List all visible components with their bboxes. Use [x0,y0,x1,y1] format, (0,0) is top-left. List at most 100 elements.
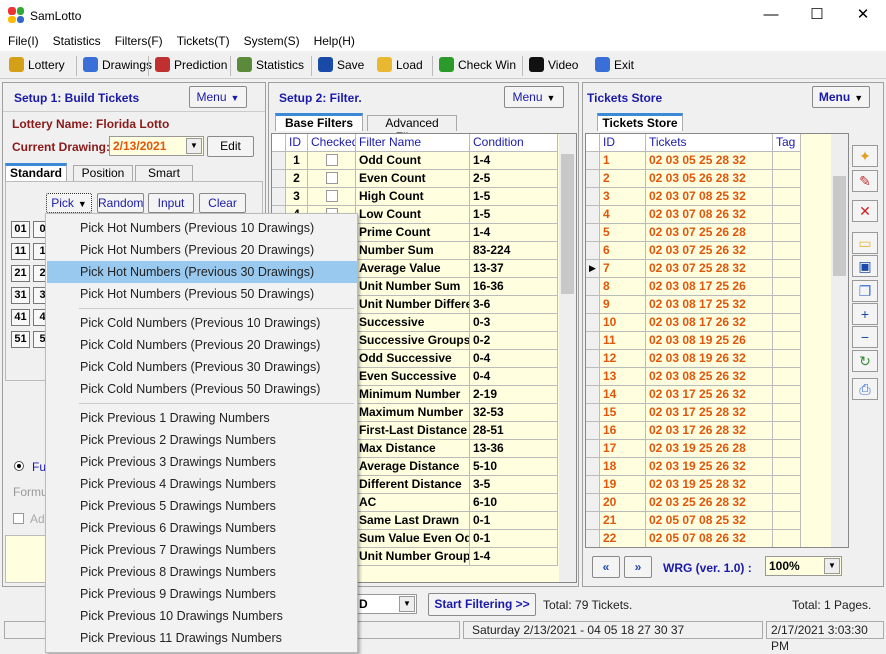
pick-menu-item[interactable]: Pick Hot Numbers (Previous 30 Drawings) [47,261,357,283]
column-header[interactable] [586,134,600,152]
column-header[interactable]: Tag [773,134,801,152]
filter-checkbox[interactable] [326,172,338,184]
filter-row[interactable]: 1 Odd Count 1-4 [272,152,576,170]
next-page-button[interactable]: » [624,556,652,578]
start-filtering-button[interactable]: Start Filtering >> [428,593,536,616]
column-header[interactable]: ID [286,134,308,152]
toolbar-statistics-button[interactable]: Statistics [237,57,304,72]
tab-base-filters[interactable]: Base Filters [275,113,363,131]
ticket-row[interactable]: 8 02 03 08 17 25 26 [586,278,848,296]
row-selector[interactable] [586,494,600,512]
tab-position[interactable]: Position [73,165,133,181]
number-button[interactable]: 01 [11,221,30,238]
row-selector[interactable] [272,170,286,188]
random-button[interactable]: Random [97,193,144,213]
toolbar-drawings-button[interactable]: Drawings [83,57,152,72]
number-button[interactable]: 21 [11,265,30,282]
row-selector[interactable] [586,152,600,170]
column-header[interactable]: Tickets [646,134,773,152]
row-selector[interactable] [586,530,600,547]
export-button[interactable]: ↻ [852,350,878,372]
column-header[interactable]: ID [600,134,646,152]
row-selector[interactable] [272,152,286,170]
toolbar-prediction-button[interactable]: Prediction [155,57,227,72]
row-selector[interactable] [586,206,600,224]
tickets-scrollbar[interactable] [831,134,848,547]
menu-filters[interactable]: Filters(F) [101,32,163,48]
toolbar-load-button[interactable]: Load [377,57,423,72]
row-selector[interactable] [586,314,600,332]
ticket-row[interactable]: 4 02 03 07 08 26 32 [586,206,848,224]
tab-advanced-filters[interactable]: Advanced Filters [367,115,457,144]
toolbar-video-button[interactable]: Video [529,57,578,72]
pick-menu-item[interactable]: Pick Hot Numbers (Previous 50 Drawings) [47,283,357,305]
ticket-row[interactable]: 21 02 05 07 08 25 32 [586,512,848,530]
filter-row[interactable]: 3 High Count 1-5 [272,188,576,206]
ticket-row[interactable]: 19 02 03 19 25 28 32 [586,476,848,494]
toolbar-lottery-button[interactable]: Lottery [9,57,65,72]
pick-menu-item[interactable]: Pick Hot Numbers (Previous 10 Drawings) [47,217,357,239]
filter-row[interactable]: 2 Even Count 2-5 [272,170,576,188]
add-button[interactable]: + [852,303,878,325]
row-selector[interactable] [272,188,286,206]
add-ticket-button[interactable]: ✦ [852,145,878,167]
row-selector[interactable] [586,458,600,476]
toolbar-exit-button[interactable]: Exit [595,57,634,72]
ticket-row[interactable]: 9 02 03 08 17 25 32 [586,296,848,314]
menu-file[interactable]: File(I) [0,32,39,48]
row-selector[interactable] [586,512,600,530]
row-selector[interactable] [586,278,600,296]
add-checkbox[interactable] [13,513,24,524]
column-header[interactable] [272,134,286,152]
scrollbar-thumb[interactable] [833,176,846,276]
pick-menu-item[interactable]: Pick Cold Numbers (Previous 20 Drawings) [47,334,357,356]
toolbar-save-button[interactable]: Save [318,57,364,72]
pick-menu-item[interactable]: Pick Cold Numbers (Previous 50 Drawings) [47,378,357,400]
ticket-row[interactable]: 11 02 03 08 19 25 26 [586,332,848,350]
pick-menu-item[interactable]: Pick Previous 9 Drawings Numbers [47,583,357,605]
ticket-row[interactable]: 15 02 03 17 25 28 32 [586,404,848,422]
row-selector[interactable] [586,170,600,188]
pick-menu-item[interactable]: Pick Previous 11 Drawings Numbers [47,627,357,649]
scrollbar-thumb[interactable] [561,154,574,294]
number-button[interactable]: 11 [11,243,30,260]
pick-menu-item[interactable]: Pick Hot Numbers (Previous 20 Drawings) [47,239,357,261]
ticket-row[interactable]: 16 02 03 17 26 28 32 [586,422,848,440]
column-header[interactable]: Condition [470,134,558,152]
row-selector[interactable] [586,404,600,422]
row-selector[interactable] [586,368,600,386]
ticket-row[interactable]: 12 02 03 08 19 26 32 [586,350,848,368]
row-selector[interactable] [586,332,600,350]
pick-menu-item[interactable]: Pick Previous 3 Drawings Numbers [47,451,357,473]
open-folder-button[interactable]: ▭ [852,232,878,254]
tab-smart[interactable]: Smart [135,165,193,181]
number-button[interactable]: 31 [11,287,30,304]
ticket-row[interactable]: 20 02 03 25 26 28 32 [586,494,848,512]
zoom-select[interactable]: 100% ▼ [765,556,842,576]
row-selector[interactable] [586,422,600,440]
filter-checkbox[interactable] [326,190,338,202]
prev-page-button[interactable]: « [592,556,620,578]
toolbar-check-win-button[interactable]: Check Win [439,57,516,72]
input-button[interactable]: Input [148,193,194,213]
current-drawing-select[interactable]: 2/13/2021 ▼ [109,136,204,156]
pick-menu-item[interactable]: Pick Previous 4 Drawings Numbers [47,473,357,495]
menu-system[interactable]: System(S) [230,32,300,48]
pick-menu-item[interactable]: Pick Previous 1 Drawing Numbers [47,407,357,429]
ticket-row[interactable]: 1 02 03 05 25 28 32 [586,152,848,170]
delete-button[interactable]: ✕ [852,200,878,222]
row-selector[interactable] [586,188,600,206]
ticket-row[interactable]: 17 02 03 19 25 26 28 [586,440,848,458]
ticket-row[interactable]: 18 02 03 19 25 26 32 [586,458,848,476]
filter-set-select[interactable]: D ▼ [355,594,417,614]
row-selector[interactable]: ▶ [586,260,600,278]
caret-down-icon[interactable]: ▼ [186,138,202,154]
ticket-row[interactable]: 5 02 03 07 25 26 28 [586,224,848,242]
filter-checkbox[interactable] [326,154,338,166]
ticket-row[interactable]: 10 02 03 08 17 26 32 [586,314,848,332]
clear-button[interactable]: Clear [199,193,246,213]
pick-button[interactable]: Pick ▼ [46,193,92,213]
pick-menu-item[interactable]: Pick Previous 7 Drawings Numbers [47,539,357,561]
column-header[interactable]: Filter Name [356,134,470,152]
menu-tickets[interactable]: Tickets(T) [163,32,230,48]
